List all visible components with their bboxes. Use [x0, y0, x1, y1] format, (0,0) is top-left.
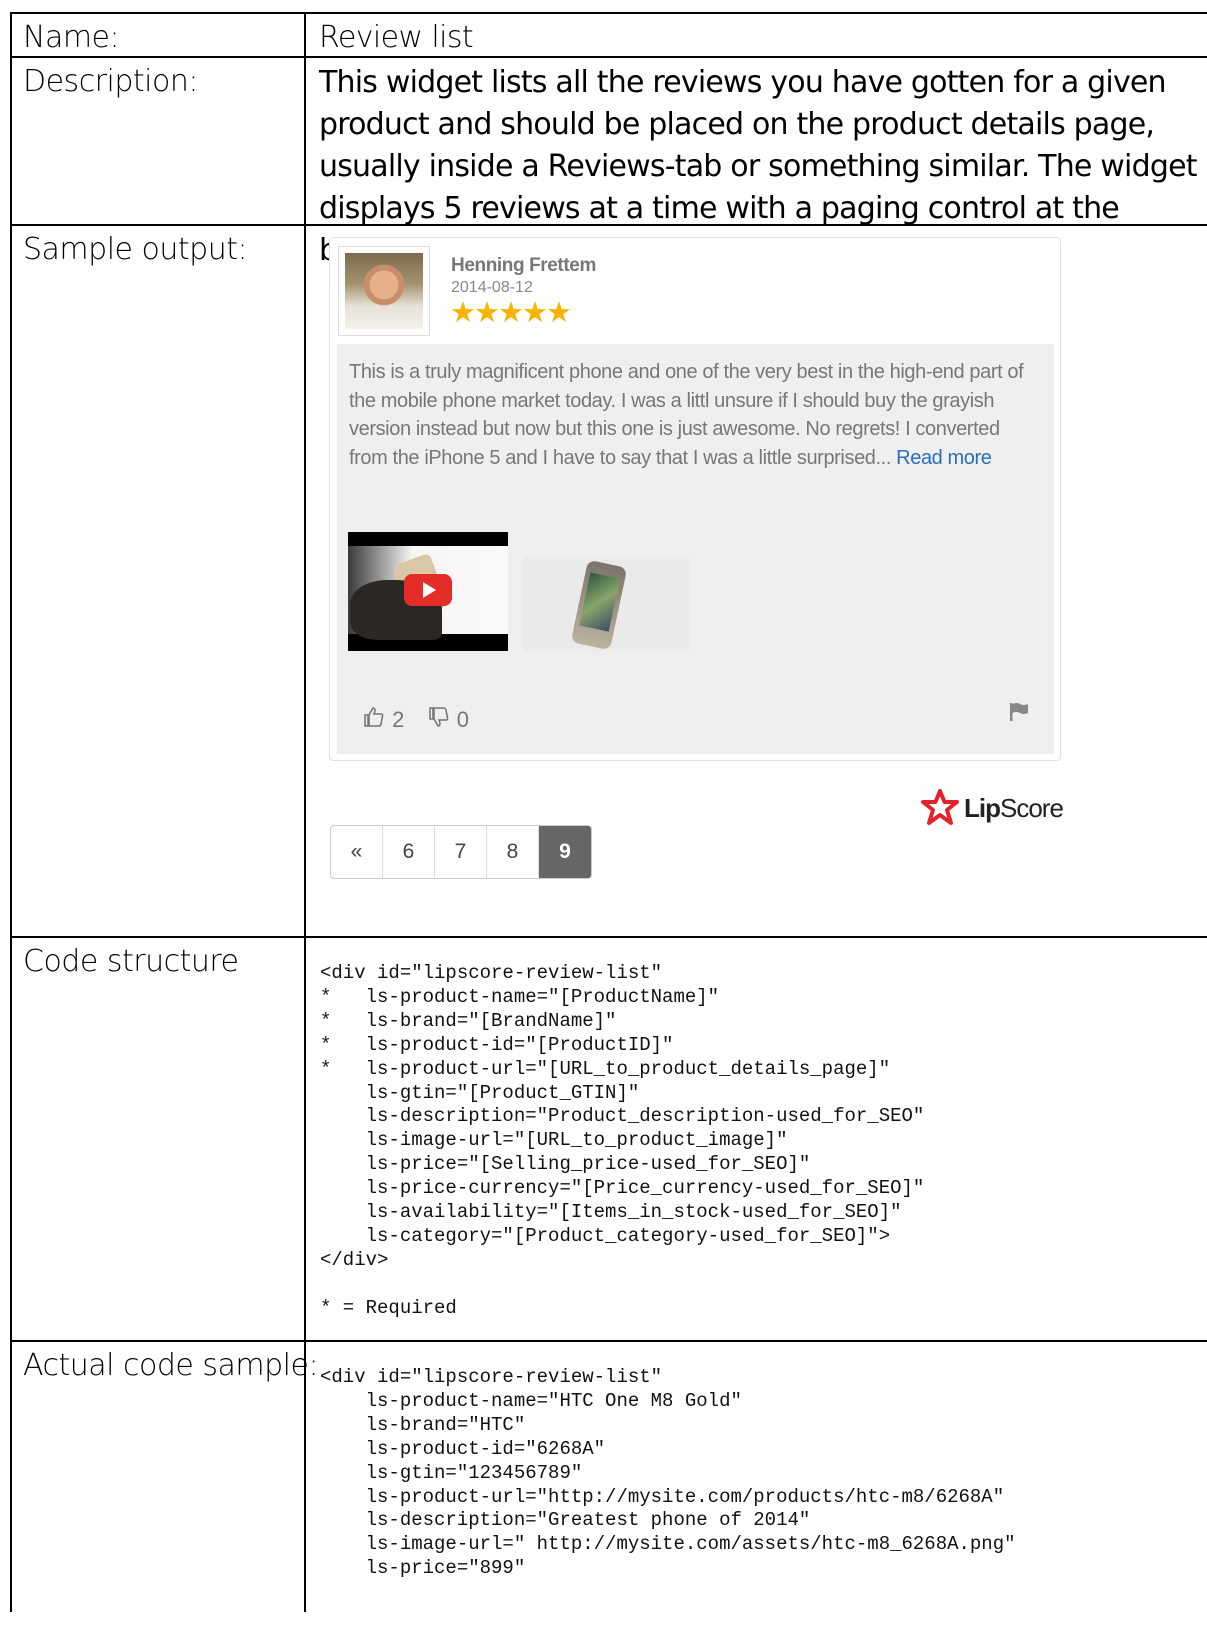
like-count: 2 [392, 707, 405, 732]
video-thumbnail[interactable] [348, 532, 508, 651]
thumbs-up-icon[interactable] [362, 705, 386, 735]
name-value: Review list [319, 20, 474, 55]
row-actual-code: Actual code sample: <div id="lipscore-re… [10, 1340, 1207, 1640]
pager-page-8[interactable]: 8 [487, 826, 539, 878]
review-text: This is a truly magnificent phone and on… [349, 358, 1039, 472]
description-label: Description: [23, 64, 198, 99]
photo-thumbnail[interactable] [523, 557, 690, 651]
row-description: Description: This widget lists all the r… [10, 56, 1207, 268]
name-label: Name: [23, 20, 120, 55]
code-structure-block: <div id="lipscore-review-list" * ls-prod… [320, 962, 925, 1319]
review-card: Henning Frettem 2014-08-12 ★★★★★ This is… [329, 237, 1061, 761]
lipscore-logo: LipScore [920, 789, 1064, 825]
flag-icon[interactable] [1008, 701, 1030, 723]
phone-image [570, 559, 628, 651]
description-line: This widget lists all the reviews you ha… [319, 65, 1167, 100]
dislike-count: 0 [456, 707, 469, 732]
thumbs-down-icon[interactable] [427, 705, 451, 735]
pager-page-7[interactable]: 7 [435, 826, 487, 878]
review-body: This is a truly magnificent phone and on… [337, 344, 1054, 754]
row-code-structure: Code structure <div id="lipscore-review-… [10, 936, 1207, 1340]
code-structure-label: Code structure [23, 944, 239, 979]
avatar-photo [345, 253, 423, 329]
sample-output-label: Sample output: [23, 232, 248, 267]
lipscore-wordmark: LipScore [964, 793, 1064, 823]
review-date: 2014-08-12 [451, 279, 533, 296]
reviewer-name: Henning Frettem [451, 255, 596, 276]
pager-page-6[interactable]: 6 [383, 826, 435, 878]
lipscore-star-icon [921, 789, 959, 825]
vote-controls: 2 0 [362, 705, 469, 735]
pager-prev-button[interactable]: « [331, 826, 383, 878]
actual-code-label: Actual code sample: [23, 1348, 319, 1383]
play-icon[interactable] [404, 574, 452, 606]
description-line: product and should be placed on the prod… [319, 107, 1155, 142]
pagination: « 6 7 8 9 [330, 825, 592, 879]
description-line: usually inside a Reviews-tab or somethin… [319, 149, 1197, 184]
read-more-link[interactable]: Read more [896, 447, 992, 469]
row-name: Name: Review list [10, 12, 1207, 56]
avatar [338, 246, 430, 336]
actual-code-block: <div id="lipscore-review-list" ls-produc… [320, 1366, 1016, 1580]
star-rating: ★★★★★ [450, 297, 572, 329]
pager-page-9-active[interactable]: 9 [539, 826, 591, 878]
